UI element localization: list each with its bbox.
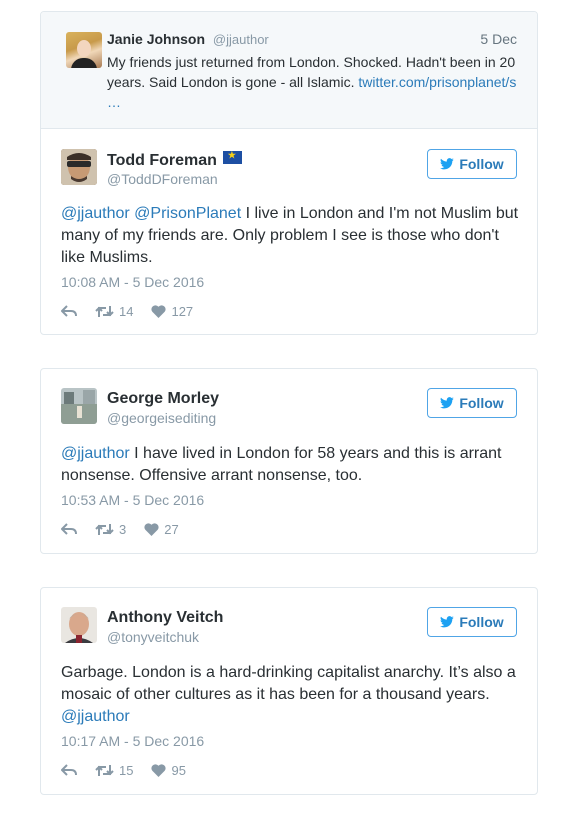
reply-button[interactable] xyxy=(61,304,77,318)
reply-icon xyxy=(61,522,77,535)
avatar[interactable] xyxy=(61,388,97,424)
like-button[interactable]: 27 xyxy=(144,521,179,537)
avatar[interactable] xyxy=(61,607,97,643)
tweet-actions: 14 127 xyxy=(61,301,211,321)
author-handle[interactable]: @ToddDForeman xyxy=(107,171,218,187)
retweet-button[interactable]: 3 xyxy=(95,522,126,537)
tweet-timestamp[interactable]: 10:08 AM - 5 Dec 2016 xyxy=(61,274,204,290)
follow-button[interactable]: Follow xyxy=(427,388,517,418)
heart-icon xyxy=(151,304,167,318)
tweet-body: Garbage. London is a hard-drinking capit… xyxy=(61,664,516,703)
tweet-card-3: Anthony Veitch @tonyveitchuk Follow Garb… xyxy=(40,587,538,795)
like-count: 127 xyxy=(171,303,194,319)
twitter-bird-icon xyxy=(440,397,455,409)
mention-link[interactable]: @jjauthor xyxy=(61,708,130,725)
retweet-icon xyxy=(95,523,114,535)
reply-icon xyxy=(61,304,77,317)
retweet-button[interactable]: 14 xyxy=(95,304,133,319)
avatar[interactable] xyxy=(61,149,97,185)
quoted-link[interactable]: twitter.com/prisonplanet/s xyxy=(358,74,516,90)
tweet-text: @jjauthor @PrisonPlanet I live in London… xyxy=(61,203,521,269)
tweet-text: Garbage. London is a hard-drinking capit… xyxy=(61,662,521,728)
retweet-icon xyxy=(95,305,114,317)
retweet-count: 15 xyxy=(119,762,134,778)
quoted-text: My friends just returned from London. Sh… xyxy=(107,52,517,112)
quoted-handle[interactable]: @jjauthor xyxy=(213,32,269,47)
retweet-button[interactable]: 15 xyxy=(95,763,133,778)
like-count: 95 xyxy=(171,762,186,778)
follow-label: Follow xyxy=(459,156,504,172)
heart-icon xyxy=(144,522,159,536)
like-button[interactable]: 95 xyxy=(151,762,186,778)
mention-link[interactable]: @jjauthor xyxy=(61,205,130,222)
quoted-date[interactable]: 5 Dec xyxy=(480,31,517,47)
tweet-header: George Morley @georgeisediting Follow xyxy=(61,388,517,428)
eu-flag-icon xyxy=(222,150,242,164)
tweet-text: @jjauthor I have lived in London for 58 … xyxy=(61,443,521,487)
follow-button[interactable]: Follow xyxy=(427,149,517,179)
like-count: 27 xyxy=(164,521,179,537)
follow-button[interactable]: Follow xyxy=(427,607,517,637)
tweet-timestamp[interactable]: 10:17 AM - 5 Dec 2016 xyxy=(61,733,204,749)
reply-button[interactable] xyxy=(61,522,77,536)
mention-link[interactable]: @PrisonPlanet xyxy=(134,205,241,222)
quoted-tweet[interactable]: Janie Johnson @jjauthor 5 Dec My friends… xyxy=(41,12,537,129)
mention-link[interactable]: @jjauthor xyxy=(61,445,130,462)
tweet-header: Todd Foreman @ToddDForeman Follow xyxy=(61,149,517,189)
tweet-body: I live in London and I'm not Muslim but … xyxy=(61,205,519,266)
like-button[interactable]: 127 xyxy=(151,304,193,319)
reply-button[interactable] xyxy=(61,763,77,777)
retweet-count: 14 xyxy=(119,303,134,319)
retweet-icon xyxy=(95,764,114,776)
reply-icon xyxy=(61,763,77,776)
quoted-name[interactable]: Janie Johnson xyxy=(107,31,205,47)
heart-icon xyxy=(151,763,167,777)
tweet-header: Anthony Veitch @tonyveitchuk Follow xyxy=(61,607,517,647)
author-handle[interactable]: @tonyveitchuk xyxy=(107,629,199,645)
author-name[interactable]: Todd Foreman xyxy=(107,150,242,170)
tweet-timestamp[interactable]: 10:53 AM - 5 Dec 2016 xyxy=(61,492,204,508)
tweet-actions: 15 95 xyxy=(61,760,204,780)
author-name-text[interactable]: Todd Foreman xyxy=(107,152,217,169)
quoted-ellipsis: … xyxy=(107,94,121,110)
tweet-card-2: George Morley @georgeisediting Follow @j… xyxy=(40,368,538,554)
quoted-header: Janie Johnson @jjauthor 5 Dec xyxy=(107,31,517,47)
author-name[interactable]: Anthony Veitch xyxy=(107,609,223,627)
tweet-card-1: Janie Johnson @jjauthor 5 Dec My friends… xyxy=(40,11,538,335)
follow-label: Follow xyxy=(459,395,504,411)
twitter-bird-icon xyxy=(440,616,455,628)
twitter-bird-icon xyxy=(440,158,455,170)
follow-label: Follow xyxy=(459,614,504,630)
author-handle[interactable]: @georgeisediting xyxy=(107,410,216,426)
quoted-avatar[interactable] xyxy=(66,32,102,68)
tweet-actions: 3 27 xyxy=(61,519,197,539)
retweet-count: 3 xyxy=(119,521,127,537)
author-name[interactable]: George Morley xyxy=(107,390,219,408)
